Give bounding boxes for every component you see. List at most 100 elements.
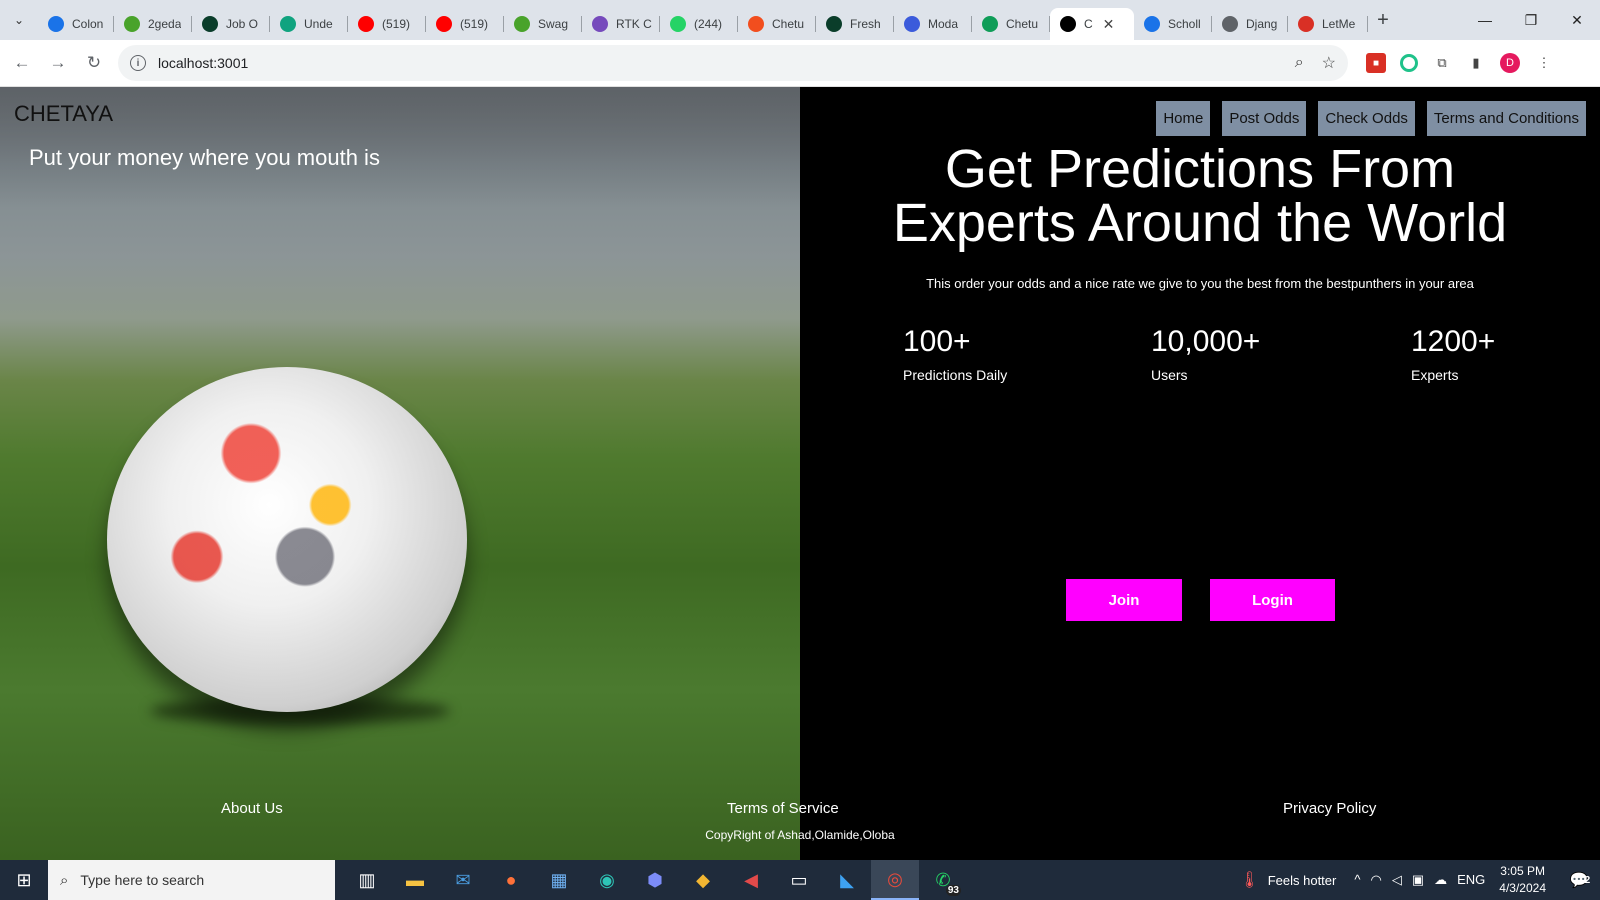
url-text[interactable]: localhost:3001 [158,55,1277,71]
tab-title: Job O [226,17,259,31]
firefox-icon[interactable]: ● [487,860,535,900]
extension-red-icon[interactable]: ■ [1366,53,1386,73]
login-button[interactable]: Login [1210,579,1335,621]
tab-title: Unde [304,17,333,31]
mail-icon[interactable]: ✉ [439,860,487,900]
restore-icon[interactable]: ❐ [1508,0,1554,40]
stat-value: 10,000+ [1151,325,1261,358]
browser-tab[interactable]: Chetu [972,8,1050,40]
site-info-icon[interactable]: i [130,55,146,71]
nav-home-button[interactable]: Home [1156,101,1211,136]
ir-icon [826,16,842,32]
tab-title: Djang [1246,17,1278,31]
browser-tab-bar: ⌄ Colon 2geda Job O Unde (519) (519) Swag RTK C… [0,0,1600,40]
whatsapp-icon[interactable]: ✆ 93 [919,860,967,900]
browser-tab[interactable]: Swag [504,8,582,40]
network-icon[interactable]: ◠ [1370,872,1381,888]
chrome-icon[interactable]: ◎ [871,860,919,900]
browser-tab[interactable]: (244) [660,8,738,40]
browser-tab[interactable]: 2geda [114,8,192,40]
tab-search-chevron-icon[interactable]: ⌄ [0,0,38,40]
file-explorer-icon[interactable]: ▬ [391,860,439,900]
terminal-icon[interactable]: ▭ [775,860,823,900]
taskbar-search-box[interactable]: ⌕ Type here to search [48,860,335,900]
footer-about-link[interactable]: About Us [221,800,283,817]
app-hexagon-icon[interactable]: ⬢ [631,860,679,900]
windows-taskbar: ⊞ ⌕ Type here to search ▥ ▬ ✉ ● ▦ ◉ ⬢ ◆ … [0,860,1600,900]
browser-tab[interactable]: Scholl [1134,8,1212,40]
weather-text: Feels hotter [1267,872,1337,888]
browser-tab[interactable]: Chetu [738,8,816,40]
footer-terms-link[interactable]: Terms of Service [727,800,839,817]
ir-icon [202,16,218,32]
system-tray: 🌡 Feels hotter ^ ◠ ◁ ▣ ☁ ENG 3:05 PM 4/3… [1239,860,1600,900]
volume-icon[interactable]: ◁ [1392,872,1402,888]
address-bar[interactable]: i localhost:3001 ⌕ ☆ [118,45,1348,81]
zoom-icon[interactable]: ⌕ [1295,54,1304,72]
app-leaf-icon[interactable]: ◆ [679,860,727,900]
tab-title: Scholl [1168,17,1201,31]
windows-start-icon[interactable]: ⊞ [0,860,48,900]
new-tab-button[interactable]: + [1368,0,1398,40]
onedrive-icon[interactable]: ☁ [1434,872,1447,888]
side-panel-icon[interactable]: ▮ [1466,53,1486,73]
bookmark-star-icon[interactable]: ☆ [1322,53,1336,73]
vscode-icon[interactable]: ◣ [823,860,871,900]
tab-title: Moda [928,17,959,31]
stat-users: 10,000+ Users [1151,325,1260,383]
browser-menu-icon[interactable]: ⋮ [1534,53,1554,73]
extensions-puzzle-icon[interactable]: ⧉ [1432,53,1452,73]
browser-tab[interactable]: Job O [192,8,270,40]
browser-tab[interactable]: Djang [1212,8,1288,40]
extension-green-ring-icon[interactable] [1400,54,1418,72]
browser-tab[interactable]: (519) [426,8,504,40]
hero-tagline: Put your money where you mouth is [29,145,380,170]
tab-title: Fresh [850,17,881,31]
globe-icon [48,16,64,32]
back-icon[interactable]: ← [4,45,40,81]
whatsapp-icon [670,16,686,32]
tab-title: (244) [694,17,723,31]
show-hidden-icons-icon[interactable]: ^ [1354,872,1360,888]
close-tab-icon[interactable]: ✕ [1103,16,1115,33]
browser-tab[interactable]: C ✕ [1050,8,1134,40]
profile-avatar[interactable]: D [1500,53,1520,73]
redux-icon [592,16,608,32]
browser-tab[interactable]: Moda [894,8,972,40]
close-window-icon[interactable]: ✕ [1554,0,1600,40]
tab-title: Swag [538,17,569,31]
nav-check-odds-button[interactable]: Check Odds [1318,101,1415,136]
browser-tab[interactable]: RTK C [582,8,660,40]
notification-count: 2 [1584,874,1591,886]
hero-subtext: This order your odds and a nice rate we … [926,276,1474,291]
forward-icon[interactable]: → [40,45,76,81]
diamond-icon [904,16,920,32]
tab-title: (519) [382,17,411,31]
openai-icon [280,16,296,32]
language-indicator[interactable]: ENG [1457,872,1485,888]
app-red-arrow-icon[interactable]: ◀ [727,860,775,900]
reload-icon[interactable]: ↻ [76,45,112,81]
brand-logo[interactable]: CHETAYA [14,101,113,127]
minimize-icon[interactable]: — [1462,0,1508,40]
edge-icon[interactable]: ◉ [583,860,631,900]
browser-tab[interactable]: (519) [348,8,426,40]
taskbar-clock[interactable]: 3:05 PM 4/3/2024 [1499,863,1546,897]
browser-tab[interactable]: Colon [38,8,114,40]
browser-tab[interactable]: Fresh [816,8,894,40]
microsoft-store-icon[interactable]: ▦ [535,860,583,900]
taskbar-pinned-apps: ▥ ▬ ✉ ● ▦ ◉ ⬢ ◆ ◀ ▭ ◣ ◎ ✆ 93 [343,860,967,900]
weather-widget[interactable]: 🌡 Feels hotter [1239,870,1336,890]
join-button[interactable]: Join [1066,579,1182,621]
nav-terms-button[interactable]: Terms and Conditions [1426,101,1586,136]
browser-tab[interactable]: Unde [270,8,348,40]
meet-now-icon[interactable]: ▣ [1412,872,1424,888]
hero-headline: Get Predictions From Experts Around the … [800,142,1600,250]
footer-privacy-link[interactable]: Privacy Policy [1283,800,1376,817]
browser-tab[interactable]: LetMe [1288,8,1368,40]
nav-post-odds-button[interactable]: Post Odds [1222,101,1307,136]
notification-center-icon[interactable]: 💬 2 [1560,860,1600,900]
search-icon: ⌕ [60,871,69,889]
task-view-icon[interactable]: ▥ [343,860,391,900]
stat-label: Experts [1411,367,1459,383]
